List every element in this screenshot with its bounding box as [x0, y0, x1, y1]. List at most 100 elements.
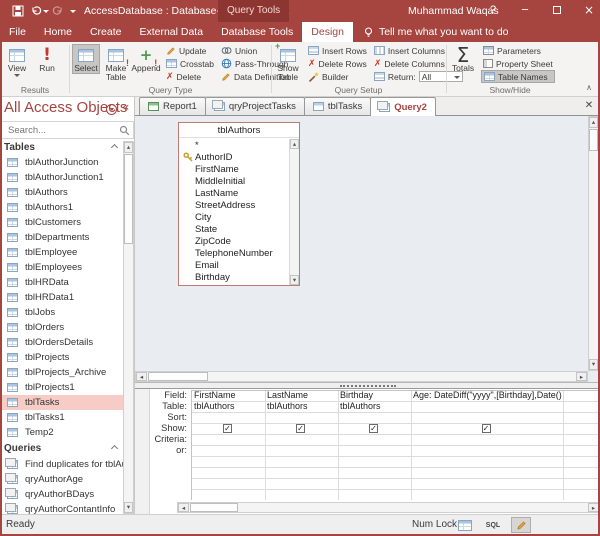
scroll-down-arrow[interactable]: ▾ [290, 275, 299, 285]
update-button[interactable]: Update [164, 44, 216, 57]
show-checkbox[interactable]: ✓ [482, 424, 491, 433]
sidebar-item[interactable]: qryAuthorContantInfo [0, 502, 123, 514]
show-checkbox[interactable]: ✓ [296, 424, 305, 433]
grid-cell-sort[interactable] [337, 412, 410, 423]
field-list-scrollbar[interactable]: ▴ ▾ [289, 139, 299, 285]
grid-cell-sort[interactable] [191, 412, 264, 423]
sidebar-item[interactable]: tblHRData [0, 275, 123, 290]
scroll-up-arrow[interactable]: ▴ [589, 117, 598, 128]
ribbon-tab[interactable]: External Data [130, 22, 212, 42]
scroll-thumb[interactable] [148, 372, 208, 381]
sidebar-item[interactable]: tblProjects_Archive [0, 365, 123, 380]
field-list-item[interactable]: Birthday [179, 271, 299, 283]
grid-cell-field[interactable]: FirstName [191, 390, 264, 401]
document-tab[interactable]: qryProjectTasks [205, 97, 305, 115]
nav-menu-icon[interactable] [106, 104, 117, 115]
scroll-thumb[interactable] [190, 503, 238, 512]
grid-cell-table[interactable]: tblAuthors [191, 401, 264, 412]
sidebar-item[interactable]: tblJobs [0, 305, 123, 320]
crosstab-button[interactable]: Crosstab [164, 57, 216, 70]
scroll-thumb[interactable] [124, 154, 133, 244]
field-list-item[interactable]: Email [179, 259, 299, 271]
sidebar-item[interactable]: tblDepartments [0, 230, 123, 245]
grid-cell-criteria[interactable] [264, 434, 337, 445]
sidebar-scrollbar[interactable]: ▴ ▾ [123, 141, 134, 514]
sidebar-item[interactable]: tblAuthors1 [0, 200, 123, 215]
sidebar-item[interactable]: tblOrders [0, 320, 123, 335]
field-list-item[interactable]: * [179, 139, 299, 151]
sidebar-item[interactable]: tblTasks [0, 395, 123, 410]
grid-cell-or[interactable] [337, 445, 410, 456]
show-checkbox[interactable]: ✓ [369, 424, 378, 433]
tell-me-box[interactable]: Tell me what you want to do [363, 22, 509, 42]
sidebar-item[interactable]: tblOrdersDetails [0, 335, 123, 350]
ribbon-tab[interactable]: Create [81, 22, 131, 42]
field-list-item[interactable]: StreetAddress [179, 199, 299, 211]
splitter-handle[interactable] [340, 385, 396, 387]
field-list-item[interactable]: TelephoneNumber [179, 247, 299, 259]
field-list-item[interactable]: City [179, 211, 299, 223]
scroll-down-arrow[interactable]: ▾ [124, 502, 133, 513]
scroll-left-arrow[interactable]: ◂ [136, 372, 147, 381]
scroll-right-arrow[interactable]: ▸ [576, 372, 587, 381]
section-queries[interactable]: Queries [0, 442, 123, 456]
grid-cell-field[interactable]: LastName [264, 390, 337, 401]
table-names-button[interactable]: Table Names [481, 70, 555, 83]
collapse-ribbon-icon[interactable]: ∧ [586, 83, 592, 92]
shutter-close-icon[interactable]: « [122, 100, 129, 114]
sidebar-item[interactable]: Find duplicates for tblAuthors [0, 457, 123, 472]
run-button[interactable]: ! Run [33, 44, 61, 73]
field-list-item[interactable]: AuthorID [179, 151, 299, 163]
collapse-section-icon[interactable] [111, 445, 118, 452]
grid-cell-field[interactable]: Age: DateDiff("yyyy",[Birthday],Date()) [410, 390, 562, 401]
sidebar-item[interactable]: tblTasks1 [0, 410, 123, 425]
datasheet-view-button[interactable] [455, 517, 475, 533]
search-input[interactable] [6, 123, 114, 137]
make-table-button[interactable]: ! Make Table [102, 44, 130, 82]
sidebar-item[interactable]: Temp2 [0, 425, 123, 440]
grid-cell-or[interactable] [410, 445, 562, 456]
show-table-button[interactable]: + Show Table [274, 44, 302, 82]
sidebar-item[interactable]: tblProjects1 [0, 380, 123, 395]
delete-query-button[interactable]: ✗Delete [164, 70, 216, 83]
sidebar-item[interactable]: tblEmployee [0, 245, 123, 260]
design-view-button[interactable] [511, 517, 531, 533]
sidebar-item[interactable]: tblCustomers [0, 215, 123, 230]
design-horizontal-scrollbar[interactable]: ◂ ▸ [135, 371, 588, 382]
sidebar-item[interactable]: qryAuthorAge [0, 472, 123, 487]
view-button[interactable]: View [3, 44, 31, 77]
sidebar-item[interactable]: tblProjects [0, 350, 123, 365]
sidebar-item[interactable]: tblAuthors [0, 185, 123, 200]
totals-button[interactable]: Σ Totals [449, 44, 477, 73]
field-list-item[interactable]: State [179, 223, 299, 235]
grid-cell-table[interactable]: tblAuthors [337, 401, 410, 412]
grid-cell-or[interactable] [264, 445, 337, 456]
grid-cell-table[interactable]: tblAuthors [264, 401, 337, 412]
ribbon-tab[interactable]: Design [302, 22, 353, 42]
ribbon-tab[interactable]: Home [35, 22, 81, 42]
field-list-item[interactable]: ZipCode [179, 235, 299, 247]
grid-cell-criteria[interactable] [191, 434, 264, 445]
help-button[interactable]: ? [484, 0, 502, 22]
scroll-down-arrow[interactable]: ▾ [589, 359, 598, 370]
scroll-up-arrow[interactable]: ▴ [290, 139, 299, 149]
builder-button[interactable]: Builder [306, 70, 369, 83]
field-list-item[interactable]: LastName [179, 187, 299, 199]
collapse-section-icon[interactable] [111, 144, 118, 151]
grid-horizontal-scrollbar[interactable]: ◂ ▸ [177, 502, 600, 513]
append-button[interactable]: +! Append [132, 44, 160, 73]
close-button[interactable]: × [578, 0, 600, 22]
scroll-left-arrow[interactable]: ◂ [178, 503, 189, 512]
document-tab[interactable]: Query2 [370, 97, 436, 116]
close-document-icon[interactable]: ✕ [582, 99, 596, 113]
insert-rows-button[interactable]: Insert Rows [306, 44, 369, 57]
field-list-item[interactable]: MiddleInitial [179, 175, 299, 187]
minimize-button[interactable]: ─ [514, 0, 536, 22]
parameters-button[interactable]: Parameters [481, 44, 555, 57]
grid-cell-criteria[interactable] [337, 434, 410, 445]
grid-cell-table[interactable] [410, 401, 562, 412]
save-icon[interactable] [12, 0, 24, 22]
sidebar-item[interactable]: tblAuthorJunction1 [0, 170, 123, 185]
pane-splitter[interactable] [135, 382, 600, 389]
document-tab[interactable]: tblTasks [304, 97, 371, 115]
